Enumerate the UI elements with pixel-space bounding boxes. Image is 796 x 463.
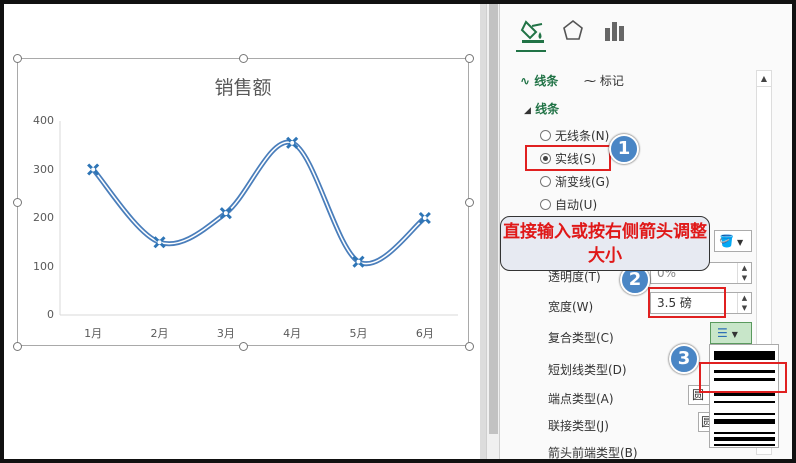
dropdown-arrow-icon: ▼ <box>736 238 744 247</box>
fill-line-icon[interactable] <box>520 18 546 44</box>
x-tick-label: 5月 <box>349 327 368 340</box>
radio-auto[interactable]: 自动(U) <box>540 197 597 213</box>
cap-type-label: 端点类型(A) <box>548 392 614 406</box>
effects-icon[interactable] <box>560 18 586 44</box>
step-badge-1: 1 <box>609 134 639 164</box>
dash-type-label: 短划线类型(D) <box>548 363 627 377</box>
scroll-up-icon[interactable]: ▲ <box>757 71 771 87</box>
width-spinner[interactable]: ▲ ▼ <box>737 293 751 313</box>
y-tick-label: 100 <box>33 259 54 273</box>
dropdown-arrow-icon: ▼ <box>731 330 738 339</box>
line-section-header[interactable]: ◢ 线条 <box>524 100 559 117</box>
instruction-callout: 直接输入或按右侧箭头调整大小 <box>500 216 710 271</box>
width-label: 宽度(W) <box>548 300 594 314</box>
compound-type-button[interactable]: ☰ ▼ <box>710 322 752 344</box>
sheet-scroll-thumb[interactable] <box>489 4 498 434</box>
series-options-icon[interactable] <box>602 18 628 44</box>
chart-plot <box>59 121 458 316</box>
highlight-width-input <box>648 287 726 318</box>
radio-circle[interactable] <box>540 199 551 210</box>
resize-handle[interactable] <box>13 54 22 63</box>
color-picker-button[interactable]: 🪣 ▼ <box>714 230 752 252</box>
worksheet-area: 销售额 0 100 200 300 400 1月 2月 3月 4月 5月 6月 <box>4 4 480 459</box>
radio-gradient-line[interactable]: 渐变线(G) <box>540 174 610 190</box>
radio-no-line[interactable]: 无线条(N) <box>540 128 609 144</box>
compound-lines-icon: ☰ <box>717 326 728 340</box>
sheet-scrollbar[interactable] <box>486 4 500 459</box>
compound-option-thin-thick[interactable] <box>714 411 775 427</box>
step-badge-3: 3 <box>669 344 699 374</box>
transparency-spinner[interactable]: ▲ ▼ <box>737 263 751 283</box>
x-tick-label: 1月 <box>84 327 103 340</box>
x-tick-label: 4月 <box>283 327 302 340</box>
line-wave-icon: ∿ <box>520 74 531 88</box>
resize-handle[interactable] <box>465 54 474 63</box>
compound-option-triple[interactable] <box>714 431 775 447</box>
resize-handle[interactable] <box>239 54 248 63</box>
x-tick-label: 2月 <box>150 327 169 340</box>
resize-handle[interactable] <box>465 342 474 351</box>
y-tick-label: 0 <box>47 308 54 321</box>
x-tick-label: 6月 <box>415 327 434 340</box>
marker-wave-icon: ⁓ <box>584 74 596 88</box>
paint-bucket-icon: 🪣 <box>719 234 734 248</box>
series-line[interactable] <box>91 139 427 267</box>
x-tick-label: 3月 <box>216 327 235 340</box>
highlight-solid-line <box>525 145 611 171</box>
subtab-marker[interactable]: ⁓ 标记 <box>584 72 624 89</box>
resize-handle[interactable] <box>465 198 474 207</box>
y-tick-label: 200 <box>33 211 54 224</box>
compound-option-thick-thin[interactable] <box>714 391 775 409</box>
highlight-double-option <box>699 362 787 393</box>
collapse-triangle-icon: ◢ <box>524 106 531 116</box>
y-tick-label: 300 <box>33 162 54 176</box>
chart-container[interactable]: 销售额 0 100 200 300 400 1月 2月 3月 4月 5月 6月 <box>17 58 469 346</box>
compound-option-single[interactable] <box>714 351 775 361</box>
resize-handle[interactable] <box>13 342 22 351</box>
resize-handle[interactable] <box>239 342 248 351</box>
subtab-line[interactable]: ∿ 线条 <box>520 72 558 89</box>
active-tab-indicator <box>516 50 546 52</box>
compound-type-dropdown[interactable] <box>709 344 779 448</box>
join-type-label: 联接类型(J) <box>548 419 609 433</box>
y-tick-label: 400 <box>33 114 54 127</box>
resize-handle[interactable] <box>13 198 22 207</box>
arrow-begin-label: 箭头前端类型(B) <box>548 446 638 460</box>
compound-type-label: 复合类型(C) <box>548 331 614 345</box>
series-line-inner <box>92 141 426 265</box>
radio-circle[interactable] <box>540 176 551 187</box>
radio-circle[interactable] <box>540 130 551 141</box>
